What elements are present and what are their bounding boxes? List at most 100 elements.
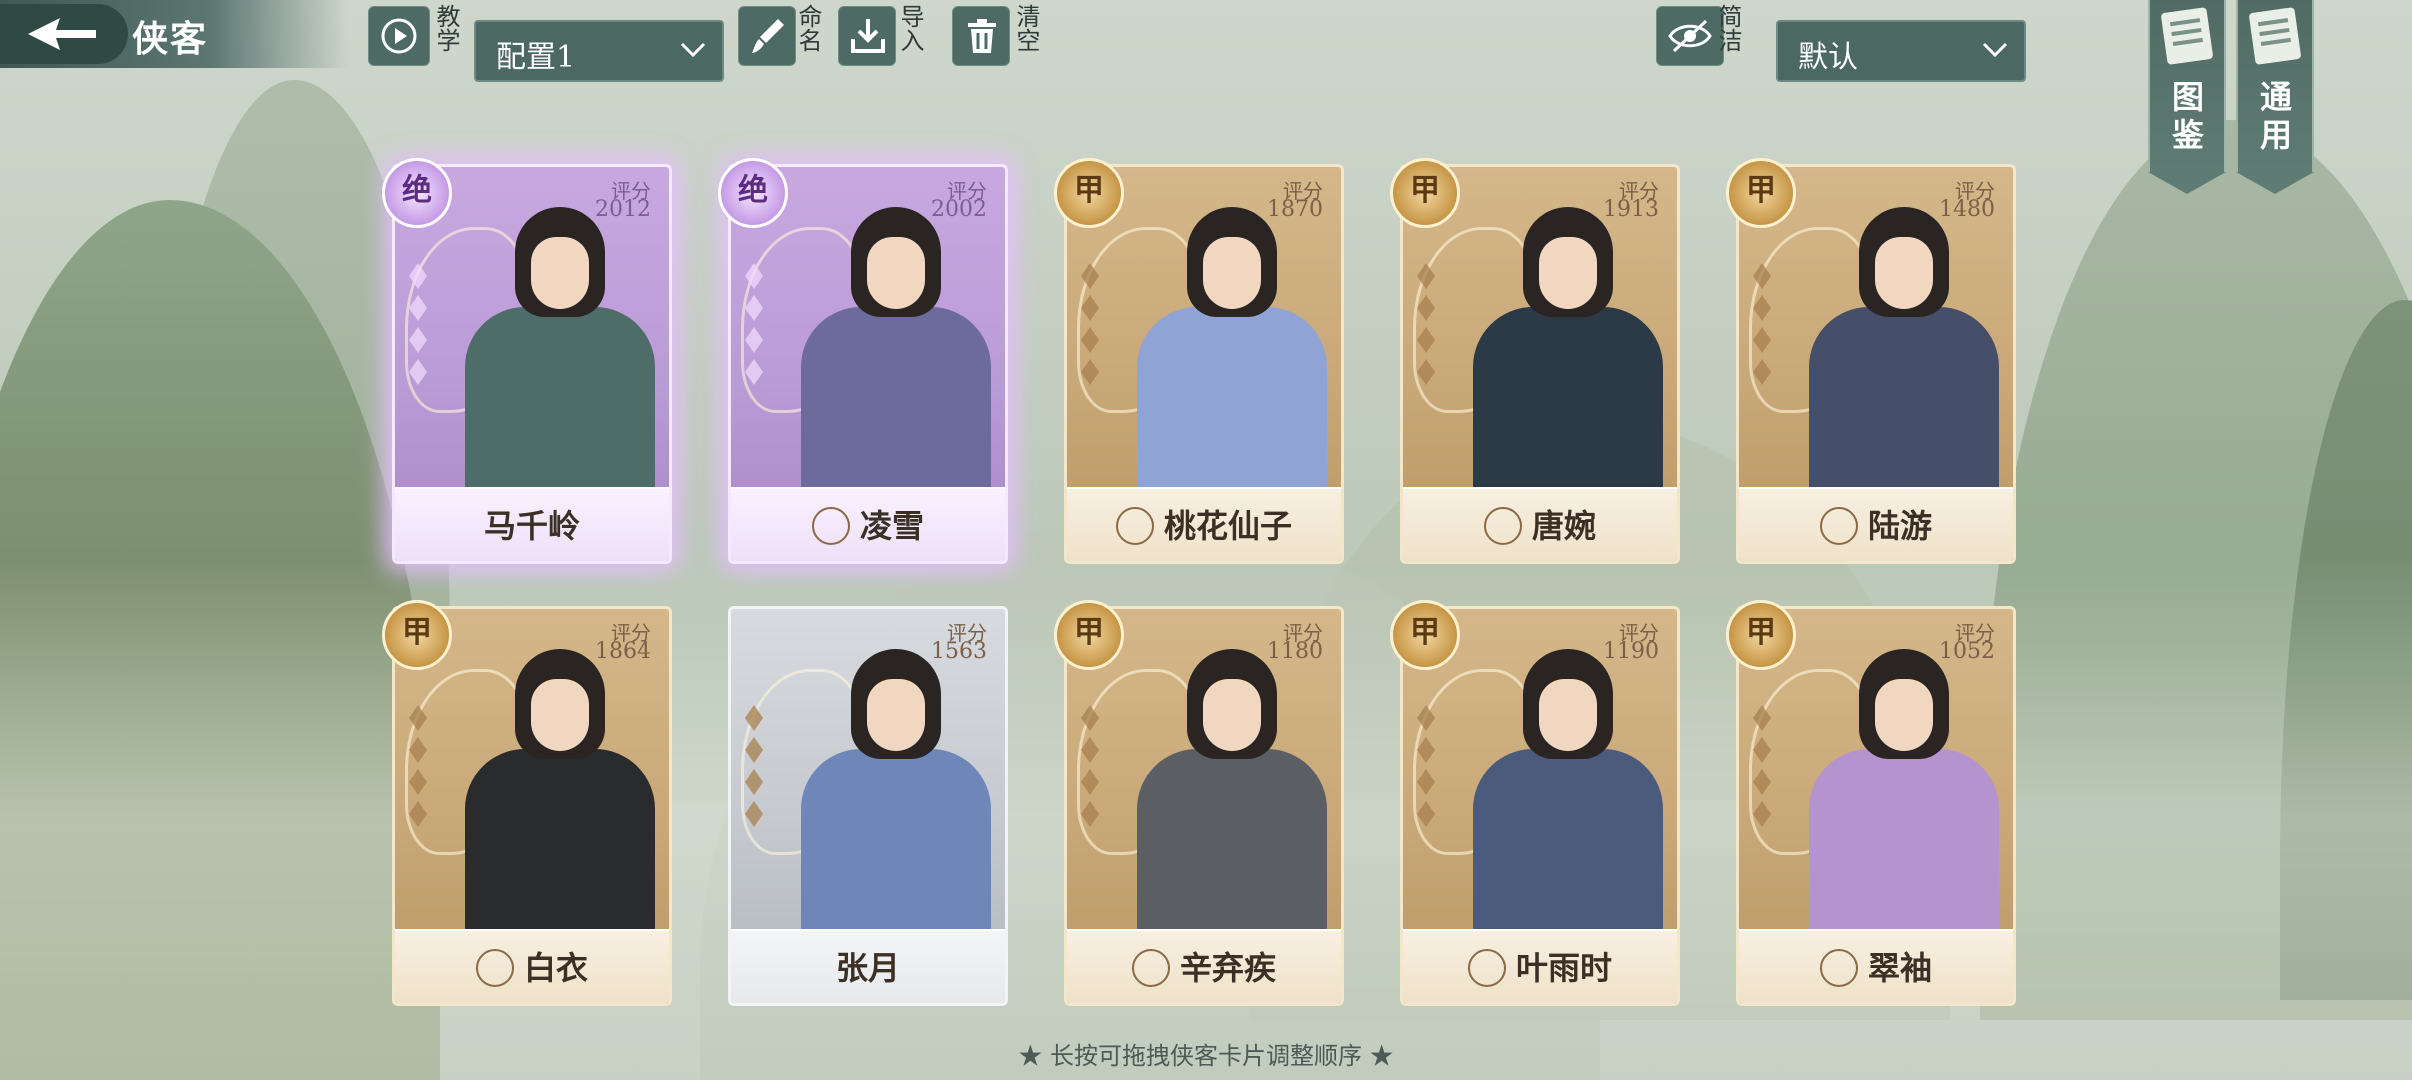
rename-button[interactable] <box>738 6 796 66</box>
hero-name: 桃花仙子 <box>1163 506 1292 545</box>
card-frame: 评分 1180 辛弃疾 <box>1064 606 1344 1006</box>
hero-name: 张月 <box>835 949 900 987</box>
clear-button[interactable] <box>952 6 1010 66</box>
lotus-icon <box>1483 507 1522 545</box>
hero-name: 叶雨时 <box>1515 948 1612 987</box>
shield-icon <box>475 949 514 987</box>
hero-name-row: 唐婉 <box>1403 501 1677 548</box>
star-rating <box>403 699 433 833</box>
scroll-icon <box>2248 7 2302 65</box>
hero-name-row: 翠袖 <box>1739 943 2013 990</box>
hero-score: 1180 <box>1267 639 1323 664</box>
hero-score: 1480 <box>1939 197 1995 222</box>
card-frame: 评分 1563 张月 <box>728 606 1008 1006</box>
drag-hint: ★ 长按可拖拽侠客卡片调整顺序 ★ <box>1018 1042 1394 1070</box>
hero-portrait <box>1117 197 1337 487</box>
hero-portrait <box>445 197 665 487</box>
sword-icon <box>811 507 850 545</box>
config-select[interactable]: 配置1 <box>474 20 724 82</box>
star-rating <box>1747 257 1777 391</box>
tutorial-label: 教学 <box>432 4 460 52</box>
star-rating <box>1411 699 1441 833</box>
card-frame: 评分 1864 白衣 <box>392 606 672 1006</box>
hero-score: 1864 <box>595 639 651 664</box>
hero-name: 马千岭 <box>483 507 580 545</box>
hero-name-row: 叶雨时 <box>1403 943 1677 990</box>
brush-icon <box>752 19 784 53</box>
grade-badge: 绝 <box>382 158 452 228</box>
grade-badge: 甲 <box>1726 600 1796 670</box>
grade-badge: 甲 <box>1054 158 1124 228</box>
import-button[interactable] <box>838 6 896 66</box>
lotus-icon <box>1115 507 1154 545</box>
hero-score: 2012 <box>595 197 651 222</box>
hero-card[interactable]: 评分 1052 翠袖 甲 <box>1726 600 2016 1006</box>
hero-name: 白衣 <box>523 948 588 987</box>
hero-card[interactable]: 评分 1563 张月 <box>728 606 1008 1006</box>
star-rating <box>403 257 433 391</box>
hero-portrait <box>445 639 665 929</box>
download-icon <box>851 19 885 53</box>
hero-name: 陆游 <box>1867 506 1932 545</box>
card-frame: 评分 2002 凌雪 <box>728 164 1008 564</box>
simple-mode-label: 简洁 <box>1714 4 1742 52</box>
sort-select-value: 默认 <box>1798 40 1858 75</box>
shield-icon <box>1467 949 1506 987</box>
hero-card[interactable]: 评分 1190 叶雨时 甲 <box>1390 600 1680 1006</box>
hero-portrait <box>1789 197 2009 487</box>
chevron-down-icon <box>1982 42 2008 58</box>
general-button[interactable]: 通用 <box>2236 0 2314 194</box>
card-frame: 评分 1870 桃花仙子 <box>1064 164 1344 564</box>
grade-badge: 甲 <box>382 600 452 670</box>
hero-card[interactable]: 评分 2012 马千岭 绝 <box>382 158 672 564</box>
hero-name-row: 凌雪 <box>731 501 1005 548</box>
hero-card[interactable]: 评分 1913 唐婉 甲 <box>1390 158 1680 564</box>
atlas-button[interactable]: 图鉴 <box>2148 0 2226 194</box>
yinyang-icon <box>1819 507 1858 545</box>
atlas-label: 图鉴 <box>2171 78 2204 154</box>
star-rating <box>1075 699 1105 833</box>
general-label: 通用 <box>2259 78 2292 154</box>
grade-badge: 甲 <box>1726 158 1796 228</box>
sword-icon <box>1131 949 1170 987</box>
page-title: 侠客 <box>132 18 209 60</box>
hero-name-row: 陆游 <box>1739 501 2013 548</box>
star-rating <box>739 257 769 391</box>
lotus-icon <box>1819 949 1858 987</box>
hero-card[interactable]: 评分 1870 桃花仙子 甲 <box>1054 158 1344 564</box>
tutorial-button[interactable] <box>368 6 430 66</box>
eye-hidden-icon <box>1668 19 1712 53</box>
hero-name: 凌雪 <box>859 506 924 545</box>
hero-score: 1563 <box>931 639 987 664</box>
trash-icon <box>968 19 996 53</box>
hero-portrait <box>1453 197 1673 487</box>
hero-portrait <box>781 639 1001 929</box>
hero-score: 1913 <box>1603 197 1659 222</box>
sort-select[interactable]: 默认 <box>1776 20 2026 82</box>
hero-score: 1190 <box>1603 639 1659 664</box>
hero-name-row: 马千岭 <box>395 501 669 547</box>
book-icon <box>2160 7 2214 65</box>
hero-portrait <box>1789 639 2009 929</box>
hero-portrait <box>781 197 1001 487</box>
star-rating <box>1075 257 1105 391</box>
hero-name-row: 张月 <box>731 943 1005 989</box>
card-frame: 评分 1190 叶雨时 <box>1400 606 1680 1006</box>
chevron-down-icon <box>680 42 706 58</box>
hero-card[interactable]: 评分 2002 凌雪 绝 <box>718 158 1008 564</box>
hero-name: 唐婉 <box>1531 506 1596 545</box>
clear-label: 清空 <box>1012 4 1040 52</box>
hero-card[interactable]: 评分 1864 白衣 甲 <box>382 600 672 1006</box>
back-arrow-icon <box>28 18 96 50</box>
hero-name: 翠袖 <box>1867 948 1932 987</box>
hero-score: 1052 <box>1939 639 1995 664</box>
back-button[interactable] <box>0 4 128 64</box>
hero-card[interactable]: 评分 1180 辛弃疾 甲 <box>1054 600 1344 1006</box>
hero-card[interactable]: 评分 1480 陆游 甲 <box>1726 158 2016 564</box>
config-select-value: 配置1 <box>496 40 576 75</box>
grade-badge: 绝 <box>718 158 788 228</box>
card-frame: 评分 1913 唐婉 <box>1400 164 1680 564</box>
grade-badge: 甲 <box>1390 600 1460 670</box>
card-frame: 评分 2012 马千岭 <box>392 164 672 564</box>
star-rating <box>1747 699 1777 833</box>
